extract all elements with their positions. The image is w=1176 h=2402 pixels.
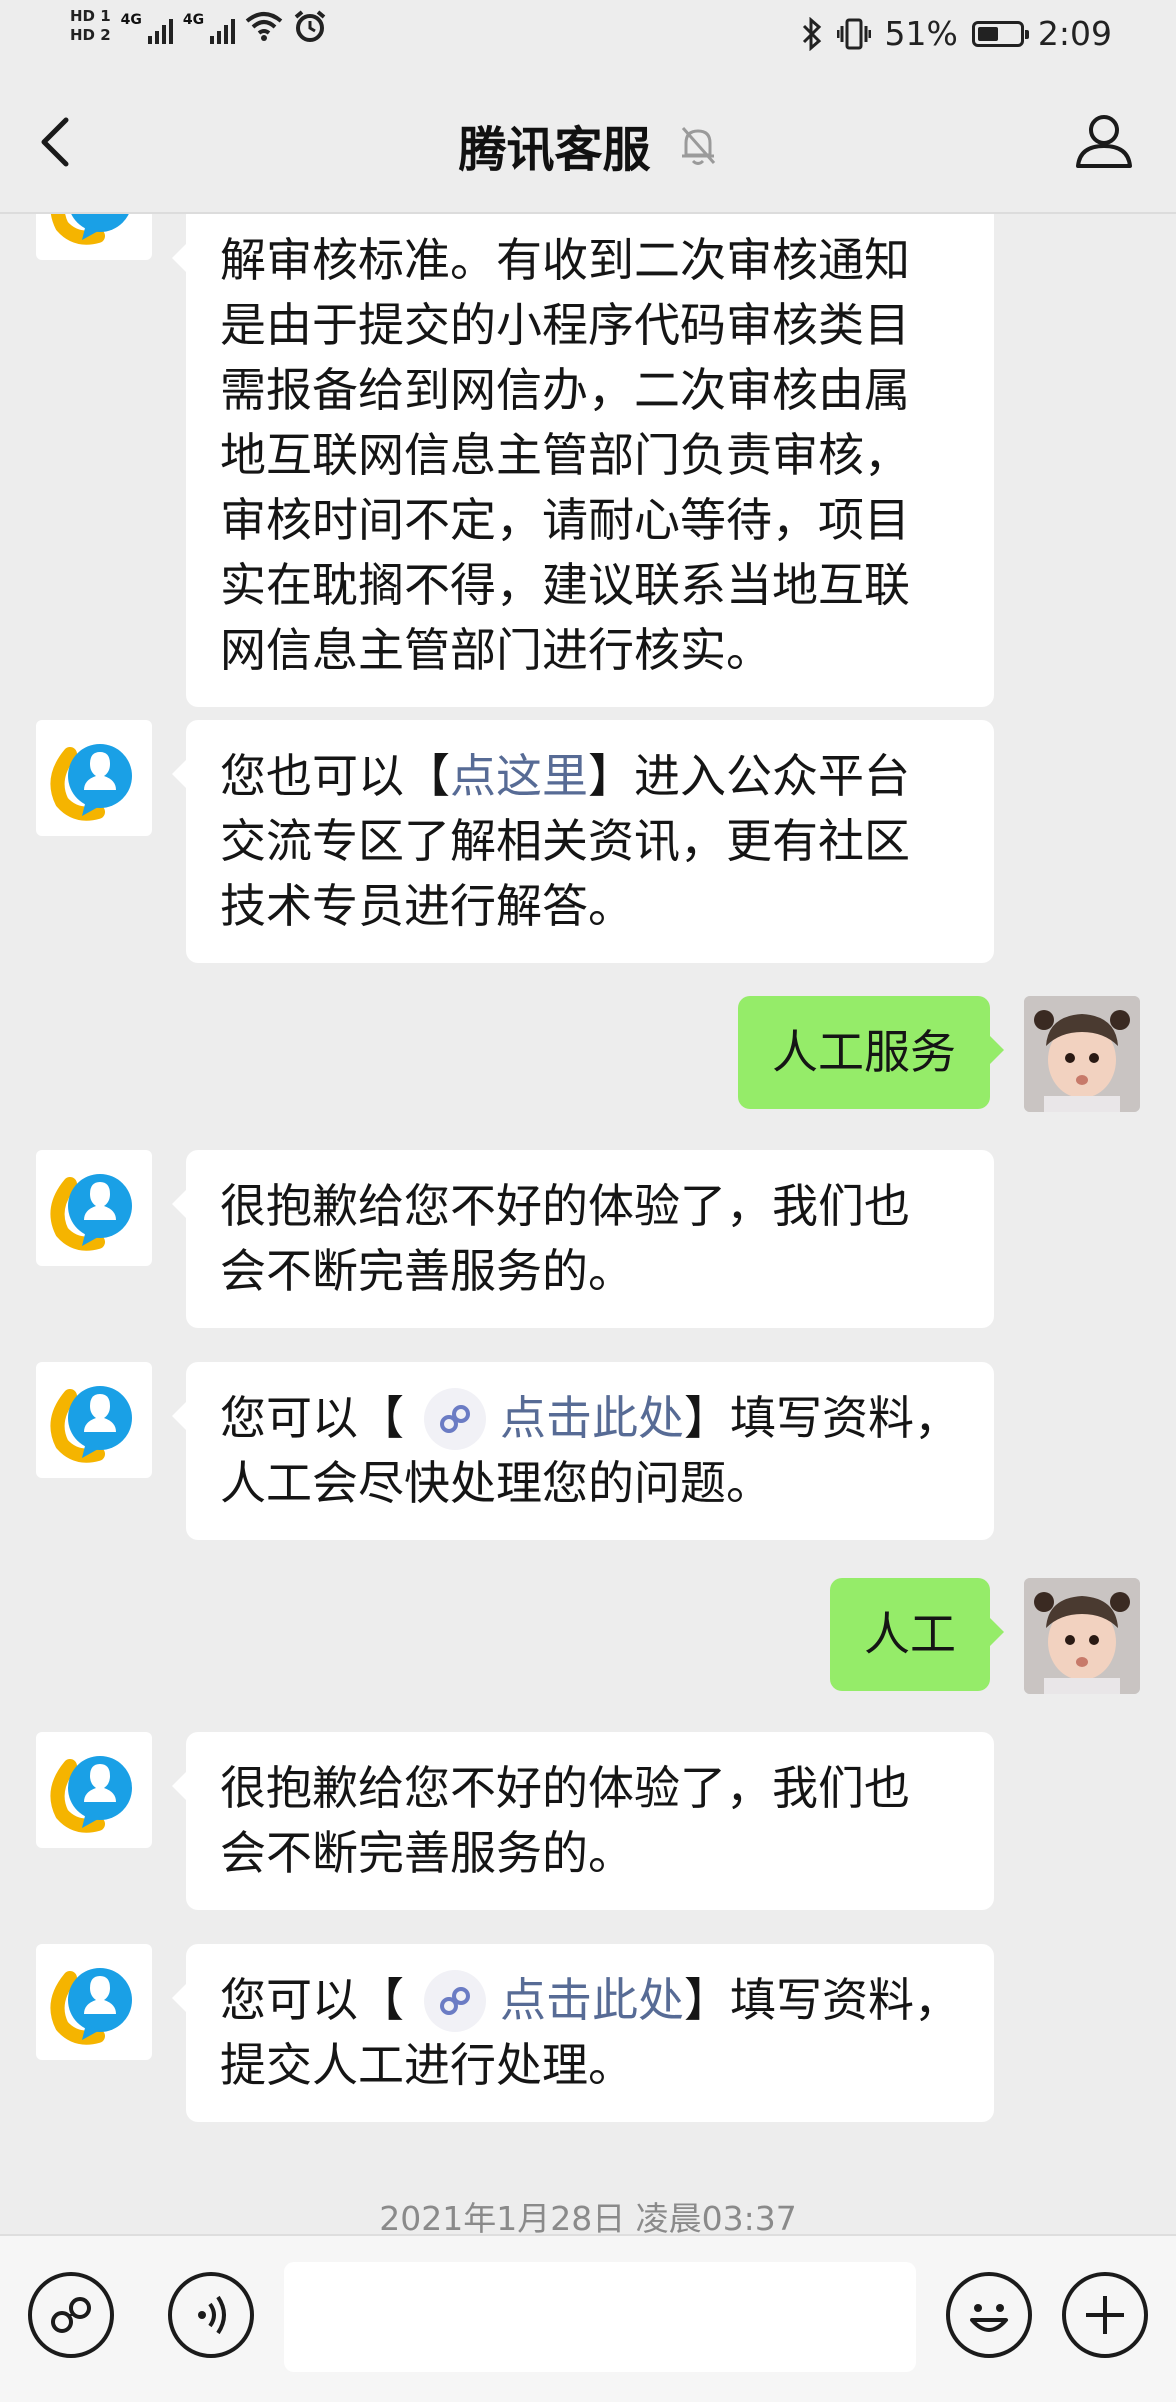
emoji-button[interactable] [946,2272,1032,2358]
hd1-badge: HD 1 [70,7,111,25]
user-photo [1024,1578,1140,1694]
battery-percent: 51% [884,14,958,53]
bluetooth-icon [802,16,821,51]
tencent-cs-logo-icon [50,1386,132,1463]
message-timestamp: 2021年1月28日 凌晨03:37 [379,2199,797,2234]
status-bar: HD 1 HD 2 4G 4G 51% 2:09 [0,0,1176,72]
profile-button[interactable] [1072,108,1136,172]
user-avatar[interactable] [1024,996,1140,1112]
bot-avatar[interactable] [36,1732,152,1848]
message-text: 您也可以【 [220,749,450,803]
user-photo [1024,996,1140,1112]
bot-avatar[interactable] [36,720,152,836]
voice-button[interactable] [168,2272,254,2358]
add-button[interactable] [1062,2272,1148,2358]
link-fill-form[interactable]: 点击此处 [500,1973,684,2027]
message-text: 解审核标准。有收到二次审核通知 是由于提交的小程序代码审核类目 需报备给到网信办… [220,233,910,677]
bot-avatar[interactable] [36,1150,152,1266]
mini-program-icon [424,1970,486,2032]
message-text: 您可以【 [220,1973,404,2027]
message-bubble[interactable]: 人工 [830,1578,1004,1691]
chat-header: 腾讯客服 [0,72,1176,214]
mini-program-icon [51,2297,91,2333]
hd2-badge: HD 2 [70,26,111,44]
user-avatar[interactable] [1024,1578,1140,1694]
message-bubble[interactable]: 您可以【 点击此处】填写资料， 提交人工进行处理。 [172,1944,994,2122]
message-text: 很抱歉给您不好的体验了，我们也 会不断完善服务的。 [220,1761,910,1880]
signal-icon-1: 4G [121,8,173,44]
message-bubble[interactable]: 解审核标准。有收到二次审核通知 是由于提交的小程序代码审核类目 需报备给到网信办… [172,214,994,707]
input-bar [0,2234,1176,2402]
wifi-icon [245,12,283,41]
alarm-icon [294,10,326,42]
tencent-cs-logo-icon [50,1174,132,1251]
plus-icon [1086,2296,1124,2334]
tencent-cs-logo-icon [50,1968,132,2045]
message-bubble[interactable]: 您可以【 点击此处】填写资料， 人工会尽快处理您的问题。 [172,1362,994,1540]
message-list[interactable]: 解审核标准。有收到二次审核通知 是由于提交的小程序代码审核类目 需报备给到网信办… [0,214,1176,2234]
mini-program-button[interactable] [28,2272,114,2358]
status-left: HD 1 HD 2 4G 4G [70,8,327,44]
signal-icon-2: 4G [183,8,236,44]
link-fill-form[interactable]: 点击此处 [500,1391,684,1445]
message-bubble[interactable]: 您也可以【点这里】进入公众平台 交流专区了解相关资讯，更有社区 技术专员进行解答… [172,720,994,963]
person-icon [1076,115,1132,168]
message-bubble[interactable]: 很抱歉给您不好的体验了，我们也 会不断完善服务的。 [172,1732,994,1910]
tencent-cs-logo-icon [50,1756,132,1833]
clock: 2:09 [1037,14,1112,53]
tencent-cs-logo-icon [50,744,132,821]
link-click-here[interactable]: 点这里 [450,749,588,803]
message-text: 人工 [864,1607,956,1661]
bot-avatar[interactable] [36,1944,152,2060]
message-text: 人工服务 [772,1025,956,1079]
bot-avatar[interactable] [36,214,152,260]
tencent-cs-logo-icon [50,214,129,245]
page-title: 腾讯客服 [458,122,651,178]
status-right: 51% 2:09 [801,14,1112,53]
message-text: 很抱歉给您不好的体验了，我们也 会不断完善服务的。 [220,1179,910,1298]
battery-icon [971,20,1029,47]
bell-off-icon [681,127,715,165]
bot-avatar[interactable] [36,1362,152,1478]
emoji-icon [970,2304,1008,2332]
message-bubble[interactable]: 人工服务 [738,996,1004,1109]
message-text: 您可以【 [220,1391,404,1445]
mini-program-icon [424,1388,486,1450]
message-input[interactable] [284,2262,916,2372]
voice-icon [198,2295,226,2335]
vibrate-icon [836,18,871,49]
message-bubble[interactable]: 很抱歉给您不好的体验了，我们也 会不断完善服务的。 [172,1150,994,1328]
